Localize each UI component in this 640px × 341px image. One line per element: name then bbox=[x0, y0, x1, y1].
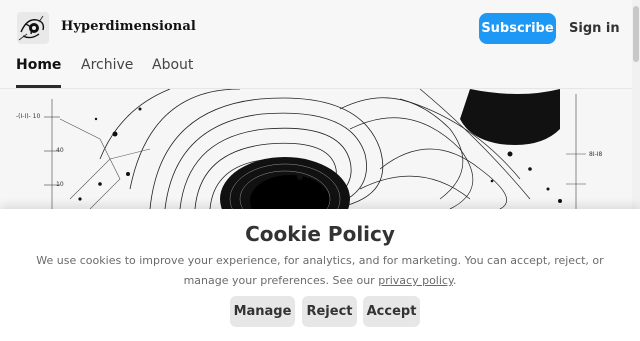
publication-name[interactable]: Hyperdimensional bbox=[61, 19, 196, 34]
tab-archive[interactable]: Archive bbox=[81, 57, 133, 88]
cookie-description: We use cookies to improve your experienc… bbox=[14, 251, 626, 291]
manage-button[interactable]: Manage bbox=[230, 296, 295, 327]
tab-about[interactable]: About bbox=[152, 57, 193, 88]
sign-in-link[interactable]: Sign in bbox=[569, 13, 620, 44]
scrollbar-thumb[interactable] bbox=[633, 6, 639, 62]
cookie-banner: Cookie Policy We use cookies to improve … bbox=[0, 209, 640, 341]
hero-annotation: 40 bbox=[56, 147, 64, 154]
accept-button[interactable]: Accept bbox=[363, 296, 420, 327]
hero-annotation: 10 bbox=[56, 181, 64, 188]
subscribe-button[interactable]: Subscribe bbox=[479, 13, 556, 44]
hero-image: -(I-I)- 10 8I-I8 40 10 bbox=[0, 89, 632, 209]
privacy-policy-link[interactable]: privacy policy bbox=[378, 274, 453, 287]
reject-button[interactable]: Reject bbox=[302, 296, 357, 327]
cookie-text-part: We use cookies to improve your experienc… bbox=[36, 254, 604, 287]
cookie-text-end: . bbox=[452, 274, 457, 287]
hero-annotation: -(I-I)- 10 bbox=[16, 113, 40, 120]
tab-home[interactable]: Home bbox=[16, 57, 62, 88]
cookie-title: Cookie Policy bbox=[245, 222, 395, 246]
hero-artwork: -(I-I)- 10 8I-I8 40 10 bbox=[0, 89, 632, 209]
top-navigation-bar: Hyperdimensional Subscribe Sign in Home … bbox=[0, 0, 640, 89]
hero-annotation: 8I-I8 bbox=[589, 151, 603, 158]
publication-logo[interactable] bbox=[17, 12, 49, 44]
